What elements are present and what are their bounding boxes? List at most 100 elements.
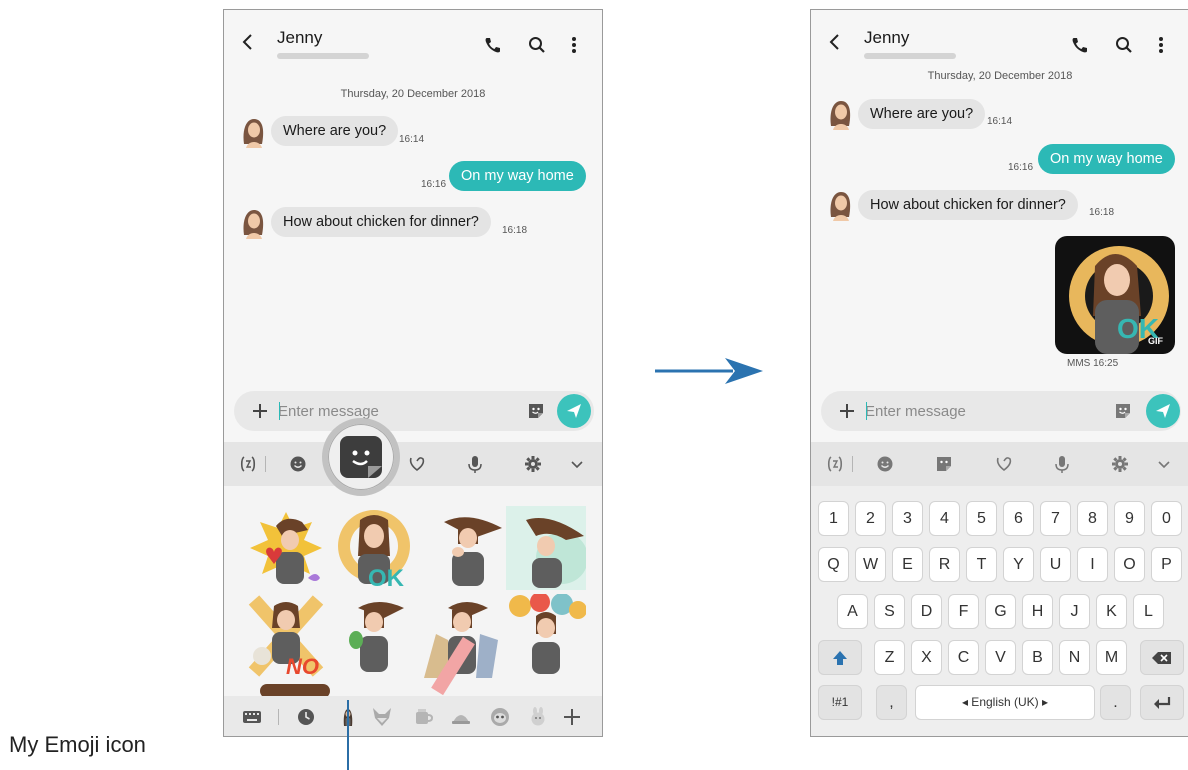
key[interactable]: 6 [1003, 501, 1034, 536]
search-icon[interactable] [1114, 35, 1134, 55]
settings-gear-icon[interactable] [522, 453, 544, 475]
sticker-wind-icon[interactable] [506, 506, 586, 590]
key[interactable]: Q [818, 547, 849, 582]
sticker-icon[interactable] [1113, 401, 1133, 421]
key[interactable]: T [966, 547, 997, 582]
message-bubble-incoming[interactable]: How about chicken for dinner? [271, 207, 491, 237]
sticker-icon[interactable] [933, 453, 955, 475]
sticker-no-icon[interactable]: NO [246, 594, 326, 678]
send-button[interactable] [1146, 394, 1180, 428]
live-message-icon[interactable] [406, 453, 428, 475]
rabbit-emoji-icon[interactable] [527, 706, 549, 728]
send-button[interactable] [557, 394, 591, 428]
hat-emoji-icon[interactable] [450, 706, 472, 728]
key[interactable]: F [948, 594, 979, 629]
key[interactable]: U [1040, 547, 1071, 582]
fox-emoji-icon[interactable] [371, 706, 393, 728]
key[interactable]: G [985, 594, 1016, 629]
key[interactable]: O [1114, 547, 1145, 582]
key[interactable]: R [929, 547, 960, 582]
chevron-down-icon[interactable] [1153, 453, 1175, 475]
key[interactable]: 4 [929, 501, 960, 536]
key[interactable]: 5 [966, 501, 997, 536]
translate-mode-icon[interactable] [824, 453, 846, 475]
shift-key[interactable] [818, 640, 862, 675]
key[interactable]: N [1059, 640, 1090, 675]
key[interactable]: 8 [1077, 501, 1108, 536]
add-emoji-plus-icon[interactable] [561, 706, 583, 728]
message-time: 16:14 [987, 116, 1013, 127]
message-bubble-outgoing[interactable]: On my way home [449, 161, 586, 191]
settings-gear-icon[interactable] [1109, 453, 1131, 475]
backspace-key[interactable] [1140, 640, 1184, 675]
comma-key[interactable]: , [876, 685, 907, 720]
sticker-no-text: NO [286, 654, 319, 678]
key[interactable]: S [874, 594, 905, 629]
key[interactable]: B [1022, 640, 1053, 675]
message-bubble-incoming[interactable]: Where are you? [858, 99, 986, 129]
more-options-icon[interactable] [1153, 35, 1169, 55]
key[interactable]: P [1151, 547, 1182, 582]
sticker-button-highlight[interactable] [322, 418, 400, 496]
enter-key[interactable] [1140, 685, 1184, 720]
space-bar-key[interactable]: ◂ English (UK) ▸ [915, 685, 1095, 720]
date-separator: Thursday, 20 December 2018 [927, 70, 1073, 82]
keyboard-icon[interactable] [241, 706, 263, 728]
keyboard-toolbar [811, 442, 1188, 486]
key[interactable]: J [1059, 594, 1090, 629]
key[interactable]: 1 [818, 501, 849, 536]
back-arrow-icon[interactable] [825, 32, 845, 52]
key[interactable]: 9 [1114, 501, 1145, 536]
phone-call-icon[interactable] [1070, 35, 1090, 55]
message-input[interactable] [865, 398, 1095, 424]
key[interactable]: A [837, 594, 868, 629]
key[interactable]: V [985, 640, 1016, 675]
emoji-icon[interactable] [874, 453, 896, 475]
key[interactable]: 2 [855, 501, 886, 536]
key[interactable]: X [911, 640, 942, 675]
sent-sticker-gif[interactable]: OK GIF [1055, 236, 1175, 354]
cup-emoji-icon[interactable] [412, 706, 434, 728]
sticker-ok-icon[interactable]: OK [334, 506, 414, 590]
key[interactable]: D [911, 594, 942, 629]
phone-call-icon[interactable] [483, 35, 503, 55]
message-bubble-incoming[interactable]: How about chicken for dinner? [858, 190, 1078, 220]
key[interactable]: H [1022, 594, 1053, 629]
period-key[interactable]: . [1100, 685, 1131, 720]
key[interactable]: Y [1003, 547, 1034, 582]
key[interactable]: K [1096, 594, 1127, 629]
key[interactable]: 3 [892, 501, 923, 536]
sticker-wave-icon[interactable] [428, 508, 508, 592]
sticker-balloons-icon[interactable] [506, 594, 586, 678]
sticker-eat-icon[interactable] [334, 594, 414, 678]
key[interactable]: C [948, 640, 979, 675]
key[interactable]: 0 [1151, 501, 1182, 536]
right-phone-screen: Jenny Thursday, 20 December 2018 Where a… [810, 9, 1188, 737]
message-input[interactable] [278, 398, 508, 424]
symbols-key[interactable]: !#1 [818, 685, 862, 720]
recent-clock-icon[interactable] [295, 706, 317, 728]
sticker-heart-icon[interactable] [246, 508, 326, 592]
key[interactable]: L [1133, 594, 1164, 629]
key[interactable]: M [1096, 640, 1127, 675]
attach-plus-icon[interactable] [837, 401, 857, 421]
sloth-emoji-icon[interactable] [489, 706, 511, 728]
message-bubble-outgoing[interactable]: On my way home [1038, 144, 1175, 174]
more-options-icon[interactable] [566, 35, 582, 55]
sticker-icon[interactable] [526, 401, 546, 421]
key[interactable]: I [1077, 547, 1108, 582]
key[interactable]: E [892, 547, 923, 582]
key[interactable]: W [855, 547, 886, 582]
voice-input-icon[interactable] [1051, 453, 1073, 475]
back-arrow-icon[interactable] [238, 32, 258, 52]
translate-mode-icon[interactable] [237, 453, 259, 475]
chevron-down-icon[interactable] [566, 453, 588, 475]
voice-input-icon[interactable] [464, 453, 486, 475]
emoji-icon[interactable] [287, 453, 309, 475]
search-icon[interactable] [527, 35, 547, 55]
message-bubble-incoming[interactable]: Where are you? [271, 116, 399, 146]
attach-plus-icon[interactable] [250, 401, 270, 421]
key[interactable]: Z [874, 640, 905, 675]
live-message-icon[interactable] [993, 453, 1015, 475]
key[interactable]: 7 [1040, 501, 1071, 536]
